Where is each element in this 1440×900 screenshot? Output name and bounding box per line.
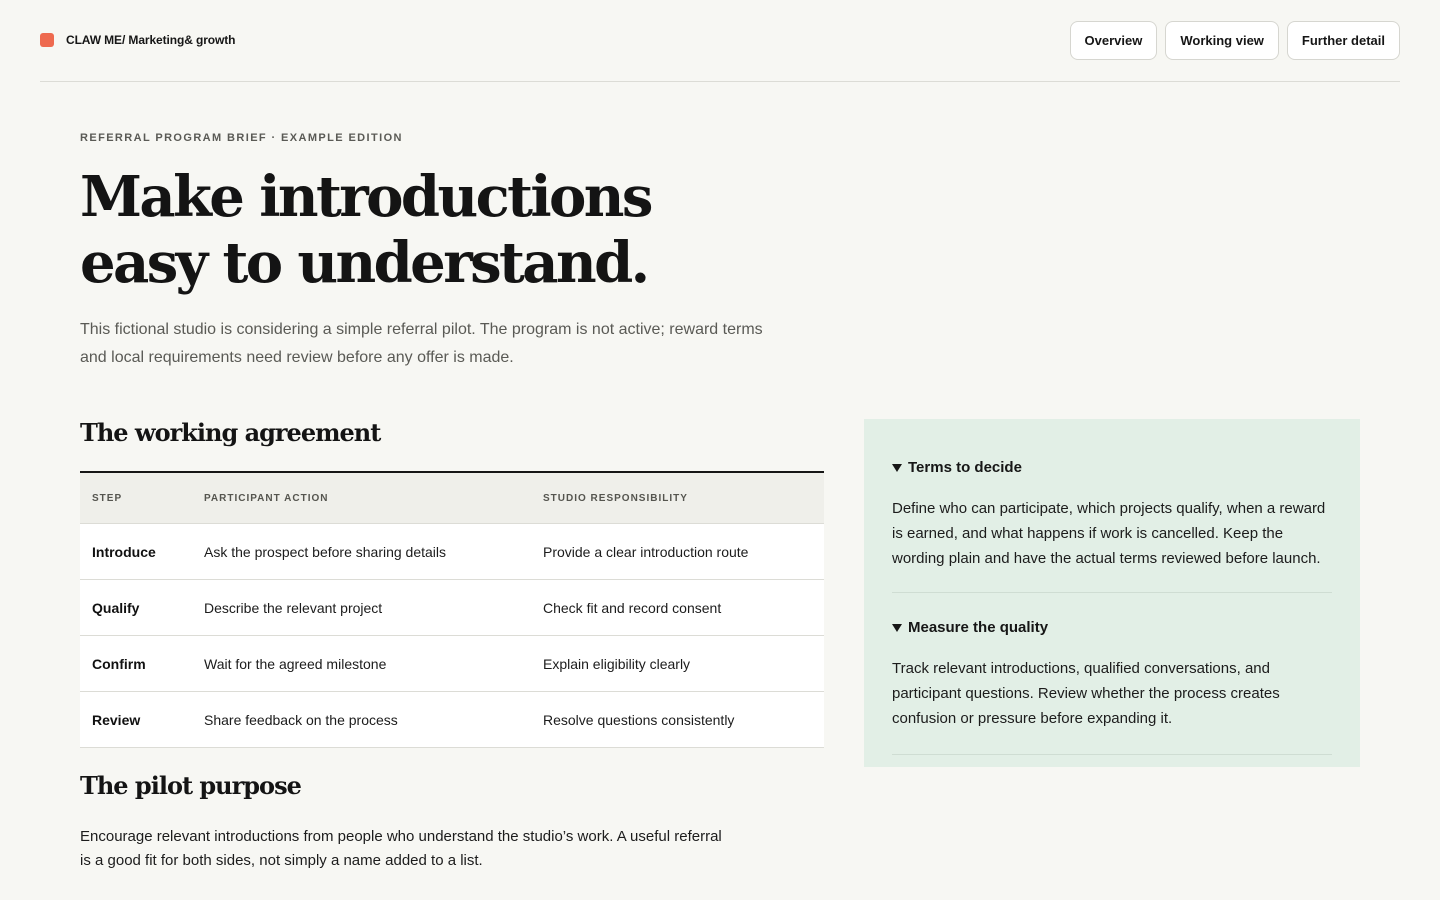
top-nav: Overview Working view Further detail — [1069, 21, 1400, 60]
brand-logo-icon — [40, 33, 54, 47]
accordion-quality-toggle[interactable]: Measure the quality — [892, 619, 1048, 636]
responsibility-cell: Check fit and record consent — [543, 599, 722, 616]
step-cell: Confirm — [92, 655, 146, 672]
page-title-line-1: Make introductions — [80, 164, 653, 230]
action-cell: Describe the relevant project — [204, 599, 383, 616]
accordion-body: Track relevant introductions, qualified … — [892, 660, 1280, 727]
action-cell: Ask the prospect before sharing details — [204, 543, 447, 560]
agreement-table: STEP PARTICIPANT ACTION STUDIO RESPONSIB… — [80, 471, 824, 748]
details-panel: Terms to decide Define who can participa… — [864, 419, 1360, 767]
triangle-down-icon — [892, 463, 902, 472]
accordion-title: Measure the quality — [908, 619, 1049, 636]
table-row: Confirm Wait for the agreed milestone Ex… — [80, 636, 824, 692]
table-row: Introduce Ask the prospect before sharin… — [80, 524, 824, 580]
accordion-quality: Measure the quality Track relevant intro… — [892, 593, 1332, 755]
nav-overview-button[interactable]: Overview — [1069, 21, 1158, 60]
action-cell: Share feedback on the process — [204, 711, 398, 728]
accordion-terms: Terms to decide Define who can participa… — [892, 419, 1332, 593]
column-header-step: STEP — [92, 492, 123, 504]
triangle-down-icon — [892, 623, 902, 632]
responsibility-cell: Explain eligibility clearly — [543, 655, 691, 672]
step-cell: Introduce — [92, 543, 156, 560]
step-cell: Qualify — [92, 599, 140, 616]
intro-paragraph: This fictional studio is considering a s… — [80, 321, 763, 366]
eyebrow-label: REFERRAL PROGRAM BRIEF · EXAMPLE EDITION — [80, 132, 403, 144]
action-cell: Wait for the agreed milestone — [204, 655, 387, 672]
step-cell: Review — [92, 711, 141, 728]
column-header-participant-action: PARTICIPANT ACTION — [204, 492, 329, 504]
responsibility-cell: Resolve questions consistently — [543, 711, 735, 728]
nav-working-view-button[interactable]: Working view — [1165, 21, 1279, 60]
table-header: STEP PARTICIPANT ACTION STUDIO RESPONSIB… — [80, 473, 824, 524]
accordion-body: Define who can participate, which projec… — [892, 500, 1326, 567]
pilot-purpose-heading: The pilot purpose — [80, 771, 302, 800]
pilot-purpose-text: Encourage relevant introductions from pe… — [80, 828, 722, 869]
page-title: Make introductions easy to understand. — [80, 164, 680, 296]
responsibility-cell: Provide a clear introduction route — [543, 543, 749, 560]
brand[interactable]: CLAW ME/ Marketing& growth — [40, 33, 236, 47]
table-row: Review Share feedback on the process Res… — [80, 692, 824, 748]
column-header-studio-responsibility: STUDIO RESPONSIBILITY — [543, 492, 688, 504]
accordion-title: Terms to decide — [908, 459, 1022, 476]
working-agreement-heading: The working agreement — [80, 418, 381, 447]
nav-further-detail-button[interactable]: Further detail — [1286, 21, 1400, 60]
table-row: Qualify Describe the relevant project Ch… — [80, 580, 824, 636]
accordion-terms-toggle[interactable]: Terms to decide — [892, 459, 1022, 476]
page-title-line-2: easy to understand. — [80, 230, 650, 296]
brand-breadcrumb: CLAW ME/ Marketing& growth — [66, 33, 236, 47]
